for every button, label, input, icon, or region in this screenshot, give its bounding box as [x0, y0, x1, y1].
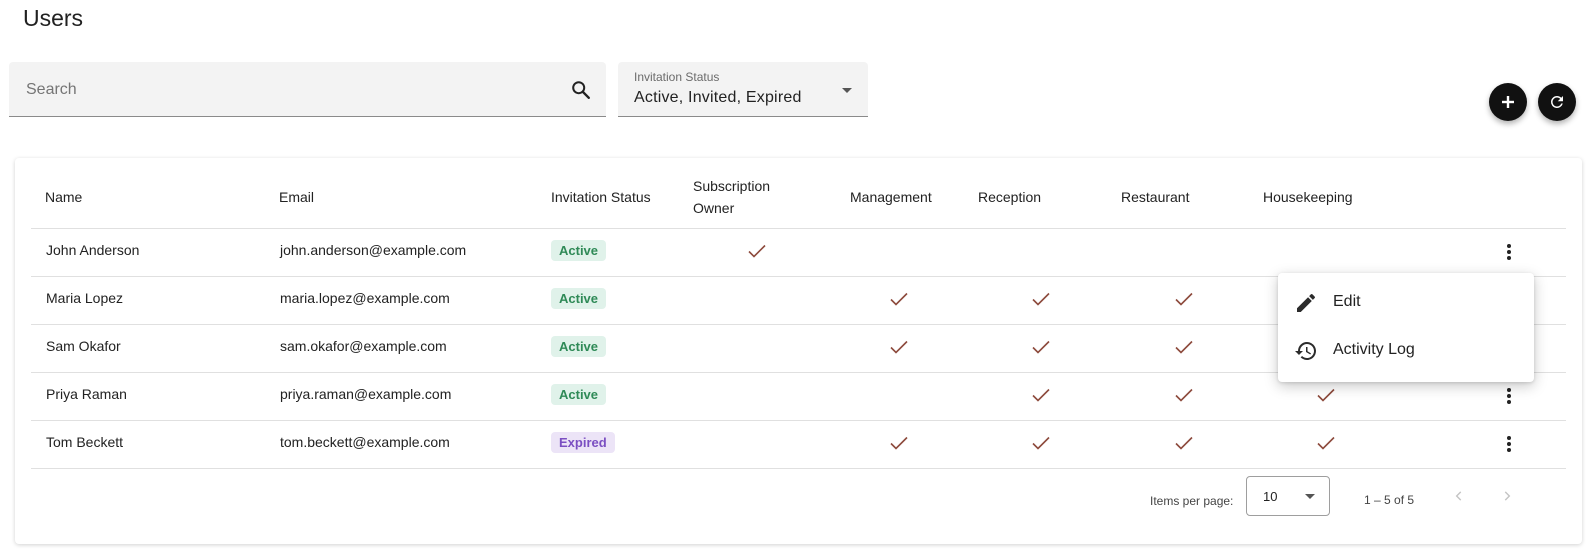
- column-header-invitation-status[interactable]: Invitation Status: [551, 186, 651, 208]
- status-badge: Expired: [551, 432, 615, 453]
- user-name: Maria Lopez: [46, 290, 124, 306]
- row-more-button[interactable]: [1497, 240, 1521, 264]
- status-badge: Active: [551, 336, 607, 357]
- invitation-status-label: Invitation Status: [634, 70, 720, 84]
- status-badge: Active: [551, 240, 607, 261]
- user-email: john.anderson@example.com: [280, 242, 467, 258]
- table-row: Tom Beckett tom.beckett@example.com Expire…: [31, 420, 1566, 469]
- search-icon[interactable]: [570, 79, 592, 101]
- plus-icon: [1502, 96, 1514, 108]
- user-email: tom.beckett@example.com: [280, 434, 450, 450]
- column-header-restaurant[interactable]: Restaurant: [1121, 186, 1189, 208]
- add-user-button[interactable]: [1489, 83, 1527, 121]
- more-vert-icon: [1507, 436, 1511, 452]
- table-header: Name Email Invitation Status Subscriptio…: [31, 158, 1566, 229]
- column-header-name[interactable]: Name: [45, 186, 82, 208]
- caret-down-icon: [842, 88, 852, 93]
- menu-item-activity-log[interactable]: Activity Log: [1278, 328, 1534, 374]
- history-icon: [1295, 342, 1316, 360]
- previous-page-button[interactable]: [1445, 482, 1473, 510]
- menu-item-edit-label: Edit: [1333, 293, 1361, 310]
- check-icon: [889, 291, 909, 307]
- items-per-page-value: 10: [1263, 489, 1278, 504]
- row-more-button[interactable]: [1497, 432, 1521, 456]
- menu-item-edit[interactable]: Edit: [1278, 280, 1534, 326]
- check-icon: [1316, 387, 1336, 403]
- check-icon: [1031, 435, 1051, 451]
- column-header-reception[interactable]: Reception: [978, 186, 1041, 208]
- user-name: Sam Okafor: [46, 338, 121, 354]
- more-vert-icon: [1507, 388, 1511, 404]
- invitation-status-value: Active, Invited, Expired: [634, 89, 802, 106]
- user-name: Priya Raman: [46, 386, 127, 402]
- user-email: priya.raman@example.com: [280, 386, 452, 402]
- next-page-button[interactable]: [1493, 482, 1521, 510]
- search-field[interactable]: [9, 62, 606, 118]
- table-row: John Anderson john.anderson@example.com Ac…: [31, 228, 1566, 277]
- check-icon: [1031, 291, 1051, 307]
- menu-item-activity-log-label: Activity Log: [1333, 341, 1415, 358]
- column-header-management[interactable]: Management: [850, 186, 932, 208]
- check-icon: [1174, 291, 1194, 307]
- column-header-subscription-owner-line2: Owner: [693, 200, 735, 216]
- column-header-subscription-owner[interactable]: Subscription Owner: [693, 175, 770, 219]
- page-range-label: 1 – 5 of 5: [1364, 493, 1415, 507]
- caret-down-icon: [1305, 494, 1315, 499]
- check-icon: [1174, 339, 1194, 355]
- refresh-button[interactable]: [1538, 83, 1576, 121]
- paginator: Items per page: 10 1 – 5 of 5: [15, 476, 1582, 532]
- user-email: sam.okafor@example.com: [280, 338, 447, 354]
- user-name: Tom Beckett: [46, 434, 124, 450]
- user-email: maria.lopez@example.com: [280, 290, 450, 306]
- row-more-button[interactable]: [1497, 384, 1521, 408]
- column-header-housekeeping[interactable]: Housekeeping: [1263, 186, 1353, 208]
- row-actions-menu: Edit Activity Log: [1278, 273, 1534, 382]
- status-badge: Active: [551, 288, 607, 309]
- more-vert-icon: [1507, 244, 1511, 260]
- status-badge: Active: [551, 384, 607, 405]
- check-icon: [1174, 387, 1194, 403]
- check-icon: [747, 243, 767, 259]
- check-icon: [889, 435, 909, 451]
- check-icon: [1031, 387, 1051, 403]
- search-input[interactable]: [24, 62, 548, 118]
- check-icon: [1031, 339, 1051, 355]
- column-header-email[interactable]: Email: [279, 186, 314, 208]
- pencil-icon: [1297, 293, 1316, 312]
- refresh-icon: [1550, 95, 1563, 108]
- user-name: John Anderson: [46, 242, 140, 258]
- check-icon: [1174, 435, 1194, 451]
- chevron-right-icon: [1504, 491, 1511, 501]
- check-icon: [889, 339, 909, 355]
- items-per-page-label: Items per page:: [1150, 494, 1234, 508]
- check-icon: [1316, 435, 1336, 451]
- column-header-subscription-owner-line1: Subscription: [693, 178, 771, 194]
- invitation-status-select[interactable]: Invitation Status Active, Invited, Expir…: [618, 62, 868, 117]
- page-title: Users: [23, 5, 84, 31]
- chevron-left-icon: [1455, 491, 1462, 501]
- items-per-page-select[interactable]: 10: [1246, 476, 1330, 516]
